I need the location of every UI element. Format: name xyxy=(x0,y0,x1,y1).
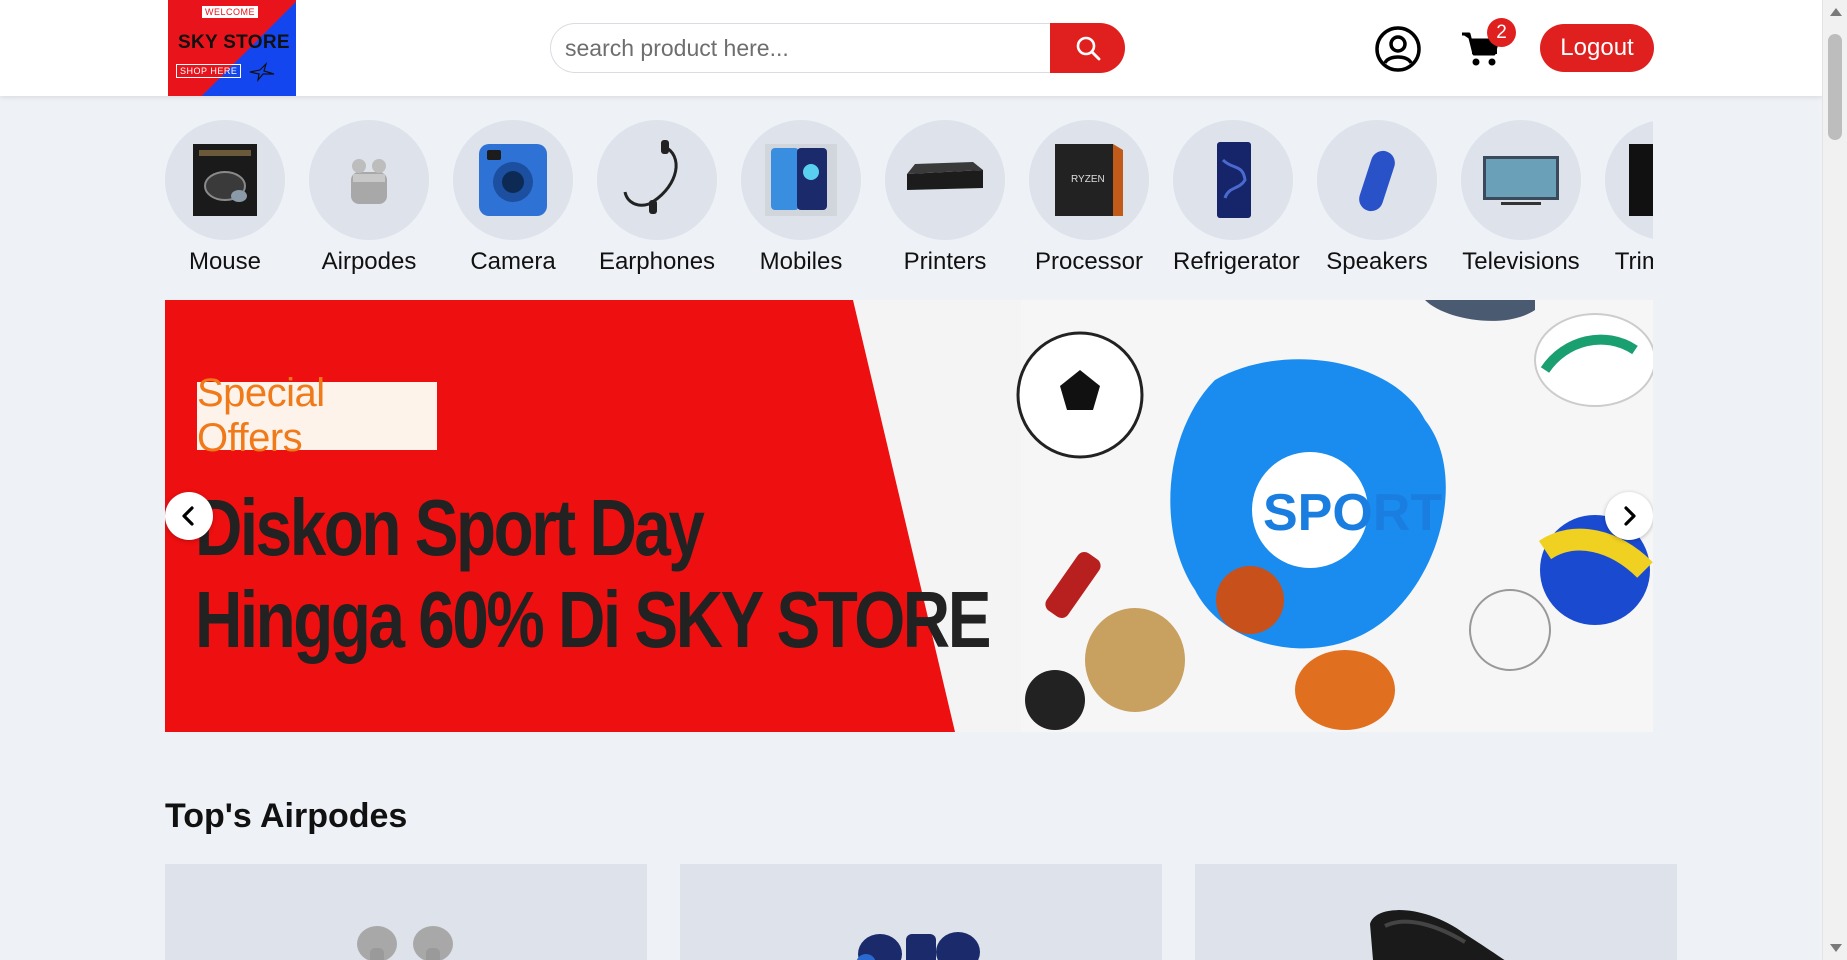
category-speakers[interactable]: Speakers xyxy=(1317,120,1437,276)
logo-shop-text: SHOP HERE xyxy=(176,64,242,78)
logo-welcome-text: WELCOME xyxy=(202,6,259,18)
category-airpodes[interactable]: Airpodes xyxy=(309,120,429,276)
special-offers-tag: Special Offers xyxy=(197,371,437,460)
chevron-left-icon xyxy=(182,506,194,526)
category-label: Speakers xyxy=(1326,248,1428,275)
trimmer-image xyxy=(1605,120,1653,240)
chevron-right-icon xyxy=(1624,506,1636,526)
category-mouse[interactable]: Mouse xyxy=(165,120,285,276)
category-label: Processor xyxy=(1034,248,1144,275)
search-icon xyxy=(1076,36,1100,61)
product-image xyxy=(856,932,980,960)
banner-headline: Diskon Sport Day Hingga 60% Di SKY STORE xyxy=(195,482,991,666)
category-label: Camera xyxy=(470,248,556,275)
category-camera[interactable]: Camera xyxy=(453,120,573,276)
product-card[interactable] xyxy=(165,864,647,960)
scroll-down-arrow-icon[interactable] xyxy=(1830,944,1842,952)
category-label: Mobiles xyxy=(759,248,843,275)
svg-text:RYZEN: RYZEN xyxy=(1071,174,1105,185)
product-card[interactable] xyxy=(1195,864,1677,960)
speaker-image xyxy=(1317,120,1437,240)
mouse-image xyxy=(165,120,285,240)
category-earphones[interactable]: Earphones xyxy=(597,120,717,276)
earphones-image xyxy=(597,120,717,240)
refrigerator-image xyxy=(1173,120,1293,240)
banner-headline-line2: Hingga 60% Di SKY STORE xyxy=(195,575,991,664)
search-bar xyxy=(550,23,1125,73)
television-image xyxy=(1461,120,1581,240)
category-televisions[interactable]: Televisions xyxy=(1461,120,1581,276)
printer-image xyxy=(885,120,1005,240)
category-label: Trimmers xyxy=(1614,248,1653,275)
logo-bird-icon xyxy=(249,62,275,82)
section-title: Top's Airpodes xyxy=(165,797,408,835)
banner-headline-line1: Diskon Sport Day xyxy=(195,483,705,572)
category-processor[interactable]: RYZEN Processor xyxy=(1029,120,1149,276)
category-strip: Mouse Airpodes Camera Earphones Mobiles … xyxy=(165,120,1653,280)
category-mobiles[interactable]: Mobiles xyxy=(741,120,861,276)
banner-sport-text: SPORT xyxy=(1263,484,1442,542)
processor-image: RYZEN xyxy=(1029,120,1149,240)
logout-button[interactable]: Logout xyxy=(1540,24,1654,72)
user-circle-icon[interactable] xyxy=(1374,25,1422,73)
category-printers[interactable]: Printers xyxy=(885,120,1005,276)
scroll-up-arrow-icon[interactable] xyxy=(1830,8,1842,16)
camera-image xyxy=(453,120,573,240)
cart-button[interactable]: 2 xyxy=(1460,18,1520,70)
page-scrollbar[interactable] xyxy=(1822,0,1847,960)
product-image xyxy=(1370,910,1505,960)
search-input[interactable] xyxy=(550,23,1052,73)
scroll-thumb[interactable] xyxy=(1828,34,1842,140)
product-image xyxy=(357,926,453,960)
category-label: Televisions xyxy=(1462,248,1580,275)
product-card[interactable] xyxy=(680,864,1162,960)
category-label: Refrigerator xyxy=(1173,248,1300,275)
promo-banner[interactable]: SPORT Special Offers Diskon Sport Day Hi… xyxy=(165,300,1653,732)
sky-store-logo[interactable]: WELCOME SKY STORE SHOP HERE xyxy=(168,0,296,96)
category-trimmers[interactable]: Trimmers xyxy=(1605,120,1653,276)
top-header: WELCOME SKY STORE SHOP HERE 2 Logout xyxy=(0,0,1822,96)
cart-count-badge: 2 xyxy=(1487,18,1516,47)
category-label: Airpodes xyxy=(321,248,417,275)
category-label: Mouse xyxy=(188,248,262,275)
mobile-image xyxy=(741,120,861,240)
airpods-image xyxy=(309,120,429,240)
banner-prev-button[interactable] xyxy=(165,492,213,540)
search-button[interactable] xyxy=(1050,23,1125,73)
category-label: Earphones xyxy=(598,248,716,275)
category-refrigerator[interactable]: Refrigerator xyxy=(1173,120,1300,276)
banner-next-button[interactable] xyxy=(1605,492,1653,540)
logo-store-name: SKY STORE xyxy=(178,32,290,53)
category-label: Printers xyxy=(903,248,987,275)
